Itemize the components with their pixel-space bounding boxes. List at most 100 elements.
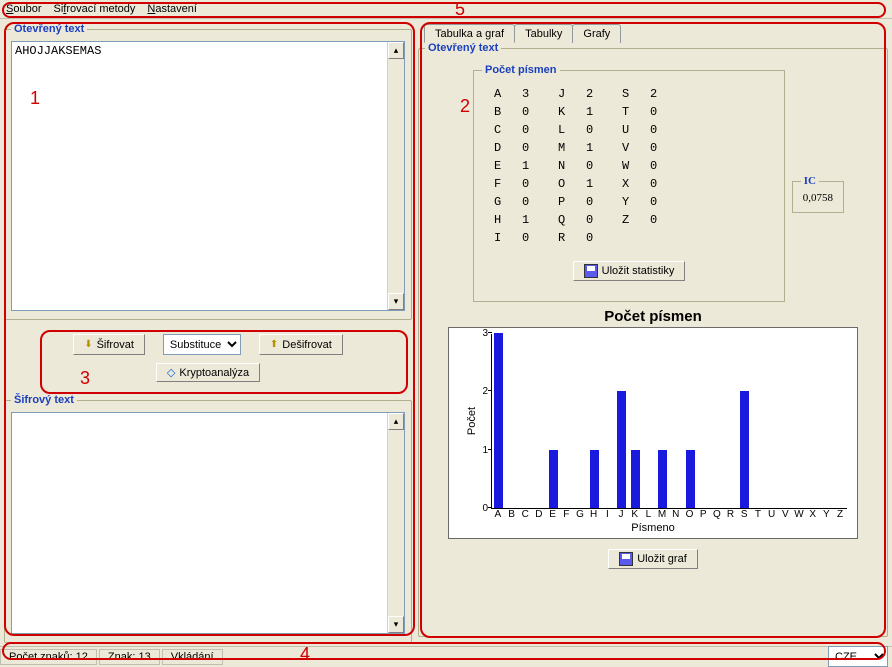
save-stats-button[interactable]: Uložit statistiky (573, 261, 686, 281)
scroll-down-icon[interactable]: ▾ (388, 293, 404, 310)
menu-file[interactable]: Soubor (6, 3, 41, 15)
letter-row: X0 (622, 175, 664, 193)
decrypt-button[interactable]: ⬆Dešifrovat (259, 334, 343, 355)
chart-ylabel: Počet (466, 407, 478, 435)
chart-title: Počet písmen (435, 308, 871, 325)
chart-xlabel: Písmeno (455, 522, 851, 534)
chart-xtick: L (642, 509, 656, 520)
encrypt-button[interactable]: ⬇Šifrovat (73, 334, 145, 355)
letter-row: D0 (494, 139, 536, 157)
cipher-text-input[interactable] (12, 413, 387, 633)
chart-xtick: E (546, 509, 560, 520)
ic-legend: IC (801, 175, 819, 187)
letter-row: J2 (558, 85, 600, 103)
scroll-down-icon[interactable]: ▾ (388, 616, 404, 633)
status-bar: Počet znaků: 12 Znak: 13 Vkládání CZE (0, 646, 892, 666)
chart-bar (686, 450, 695, 508)
chart-xtick: O (683, 509, 697, 520)
cipher-text-legend: Šifrový text (11, 394, 77, 406)
chart-bar (617, 391, 626, 508)
open-text-legend: Otevřený text (11, 23, 87, 35)
stats-open-text-legend: Otevřený text (425, 42, 501, 54)
cryptanalysis-button[interactable]: ◇Kryptoanalýza (156, 363, 260, 382)
chart-xtick: J (614, 509, 628, 520)
chart-xtick: V (778, 509, 792, 520)
chart-bar (658, 450, 667, 508)
letter-row: L0 (558, 121, 600, 139)
tab-charts[interactable]: Grafy (572, 24, 621, 43)
chart-xtick: P (696, 509, 710, 520)
letter-row: H1 (494, 211, 536, 229)
chart-xtick: H (587, 509, 601, 520)
tab-strip: Tabulka a graf Tabulky Grafy (418, 23, 888, 42)
menu-settings[interactable]: Nastavení (147, 3, 197, 15)
chart-xtick: S (737, 509, 751, 520)
letter-row: I0 (494, 229, 536, 247)
letter-row: K1 (558, 103, 600, 121)
language-select[interactable]: CZE (828, 646, 888, 667)
scroll-up-icon[interactable]: ▴ (388, 42, 404, 59)
scroll-up-icon[interactable]: ▴ (388, 413, 404, 430)
chart-xtick: G (573, 509, 587, 520)
status-char-pos: Znak: 13 (99, 649, 160, 665)
tab-tables[interactable]: Tabulky (514, 24, 573, 43)
chart-xtick: A (491, 509, 505, 520)
chart-bar (494, 333, 503, 508)
chart-xtick: K (628, 509, 642, 520)
chart-xtick: D (532, 509, 546, 520)
letter-row: O1 (558, 175, 600, 193)
letter-count-box: Počet písmen A3B0C0D0E1F0G0H1I0J2K1L0M1N… (473, 70, 785, 302)
chart-xtick: N (669, 509, 683, 520)
chart-xtick: X (806, 509, 820, 520)
chart-xtick: U (765, 509, 779, 520)
letter-row: V0 (622, 139, 664, 157)
letter-count-legend: Počet písmen (482, 64, 560, 76)
letter-row: G0 (494, 193, 536, 211)
menu-methods[interactable]: Šifrovací metody (53, 3, 135, 15)
open-text-input[interactable]: AHOJJAKSEMAS (12, 42, 387, 310)
chart-xtick: W (792, 509, 806, 520)
status-mode: Vkládání (162, 649, 223, 665)
letter-row: E1 (494, 157, 536, 175)
chart-bar (740, 391, 749, 508)
cipher-text-group: Šifrový text ▴ ▾ (4, 394, 412, 643)
letter-row: C0 (494, 121, 536, 139)
scrollbar[interactable]: ▴ ▾ (387, 413, 404, 633)
open-text-group: Otevřený text AHOJJAKSEMAS ▴ ▾ (4, 23, 412, 320)
menu-bar: Soubor Šifrovací metody Nastavení (0, 0, 892, 19)
letter-row: F0 (494, 175, 536, 193)
ic-value: 0,0758 (803, 192, 833, 204)
letter-row: T0 (622, 103, 664, 121)
letter-row: Z0 (622, 211, 664, 229)
tab-table-and-chart[interactable]: Tabulka a graf (424, 24, 515, 43)
letter-row: Y0 (622, 193, 664, 211)
chart-bar (631, 450, 640, 508)
letter-row: Q0 (558, 211, 600, 229)
letter-row: N0 (558, 157, 600, 175)
chart-xtick: M (655, 509, 669, 520)
floppy-icon (619, 552, 633, 566)
scrollbar[interactable]: ▴ ▾ (387, 42, 404, 310)
chart-xtick: I (601, 509, 615, 520)
status-char-count: Počet znaků: 12 (0, 649, 97, 665)
chart-xtick: F (559, 509, 573, 520)
save-chart-button[interactable]: Uložit graf (608, 549, 698, 569)
letter-row: R0 (558, 229, 600, 247)
chart-xtick: R (724, 509, 738, 520)
arrow-down-icon: ⬇ (84, 339, 92, 350)
floppy-icon (584, 264, 598, 278)
letter-row: S2 (622, 85, 664, 103)
eraser-icon: ◇ (167, 366, 175, 379)
letter-chart: Počet 0123 ABCDEFGHIJKLMNOPQRSTUVWXYZ Pí… (448, 327, 858, 539)
chart-xtick: T (751, 509, 765, 520)
chart-xtick: Z (833, 509, 847, 520)
chart-xtick: C (518, 509, 532, 520)
letter-row: W0 (622, 157, 664, 175)
letter-row: A3 (494, 85, 536, 103)
ic-box: IC 0,0758 (792, 181, 844, 213)
method-select[interactable]: Substituce (163, 334, 241, 355)
letter-row: B0 (494, 103, 536, 121)
letter-row: M1 (558, 139, 600, 157)
letter-row: P0 (558, 193, 600, 211)
chart-bar (549, 450, 558, 508)
